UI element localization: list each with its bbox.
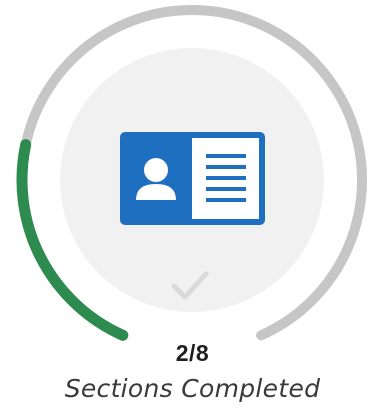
sections-caption: Sections Completed: [64, 374, 321, 403]
section-progress-widget: 2/8 Sections Completed: [0, 0, 385, 415]
id-card-icon: [120, 132, 265, 225]
sections-count: 2/8: [175, 340, 210, 366]
